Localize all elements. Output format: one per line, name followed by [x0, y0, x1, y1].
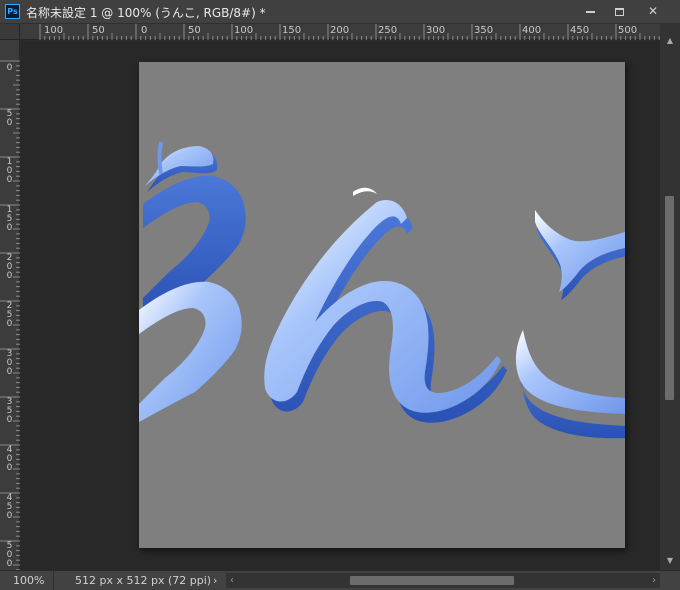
- maximize-icon: [614, 7, 624, 16]
- ruler-label: 500: [618, 25, 638, 36]
- ruler-label: 200: [6, 253, 13, 281]
- minimize-icon: [585, 10, 595, 13]
- zoom-level-field[interactable]: 100%: [0, 571, 54, 590]
- scroll-up-icon[interactable]: ▲: [660, 34, 680, 48]
- ruler-label: 400: [6, 445, 13, 473]
- close-icon: ✕: [647, 4, 659, 18]
- ruler-label: 100: [44, 25, 64, 36]
- ruler-label: 150: [6, 205, 13, 233]
- horizontal-scrollbar[interactable]: ‹ ›: [226, 573, 660, 588]
- document-title-bar[interactable]: Ps 名称未設定 1 @ 100% (うんこ, RGB/8#) * ✕: [0, 0, 680, 24]
- ruler-label: 500: [6, 541, 13, 569]
- ruler-label: 100: [234, 25, 254, 36]
- ruler-label: 300: [426, 25, 446, 36]
- glyph-ko-top: [535, 210, 625, 300]
- ruler-label: 50: [92, 25, 105, 36]
- ruler-label: 150: [282, 25, 302, 36]
- vertical-scroll-thumb[interactable]: [665, 196, 674, 400]
- maximize-button[interactable]: [604, 0, 634, 22]
- close-button[interactable]: ✕: [638, 0, 668, 22]
- horizontal-ruler[interactable]: 100 50 0 50 100 150 200 250 300 350 400 …: [20, 24, 660, 40]
- ruler-label: 50: [188, 25, 201, 36]
- scroll-right-icon[interactable]: ›: [652, 573, 656, 588]
- ruler-label: 50: [6, 109, 13, 128]
- status-menu-arrow-icon[interactable]: ›: [213, 571, 217, 590]
- photoshop-icon: Ps: [5, 4, 20, 19]
- ruler-label: 0: [141, 25, 148, 36]
- glyph-n: [264, 187, 507, 423]
- ruler-label: 200: [330, 25, 350, 36]
- glyph-u-body: [139, 175, 246, 422]
- scroll-left-icon[interactable]: ‹: [230, 573, 234, 588]
- ruler-label: 0: [6, 63, 13, 73]
- vertical-ruler[interactable]: 0 50 100 150 200 250 300 350 400 450 500: [0, 40, 20, 570]
- scroll-down-icon[interactable]: ▼: [660, 554, 680, 568]
- ruler-label: 400: [522, 25, 542, 36]
- document-canvas[interactable]: [139, 62, 625, 548]
- vertical-scrollbar[interactable]: ▲ ▼: [660, 24, 680, 570]
- document-title: 名称未設定 1 @ 100% (うんこ, RGB/8#) *: [26, 6, 266, 20]
- ruler-label: 350: [474, 25, 494, 36]
- horizontal-scroll-thumb[interactable]: [350, 576, 514, 585]
- document-info: 512 px x 512 px (72 ppi): [75, 574, 212, 587]
- ruler-label: 250: [6, 301, 13, 329]
- status-bar: 100% 512 px x 512 px (72 ppi) › ‹ ›: [0, 570, 680, 590]
- minimize-button[interactable]: [575, 0, 605, 22]
- ruler-label: 450: [6, 493, 13, 521]
- ruler-label: 250: [378, 25, 398, 36]
- ruler-origin-corner[interactable]: [0, 24, 20, 40]
- ruler-label: 300: [6, 349, 13, 377]
- ruler-label: 350: [6, 397, 13, 425]
- unko-3d-text-artwork: [139, 141, 625, 439]
- ruler-label: 450: [570, 25, 590, 36]
- ruler-label: 100: [6, 157, 13, 185]
- glyph-ko-bottom: [515, 330, 625, 439]
